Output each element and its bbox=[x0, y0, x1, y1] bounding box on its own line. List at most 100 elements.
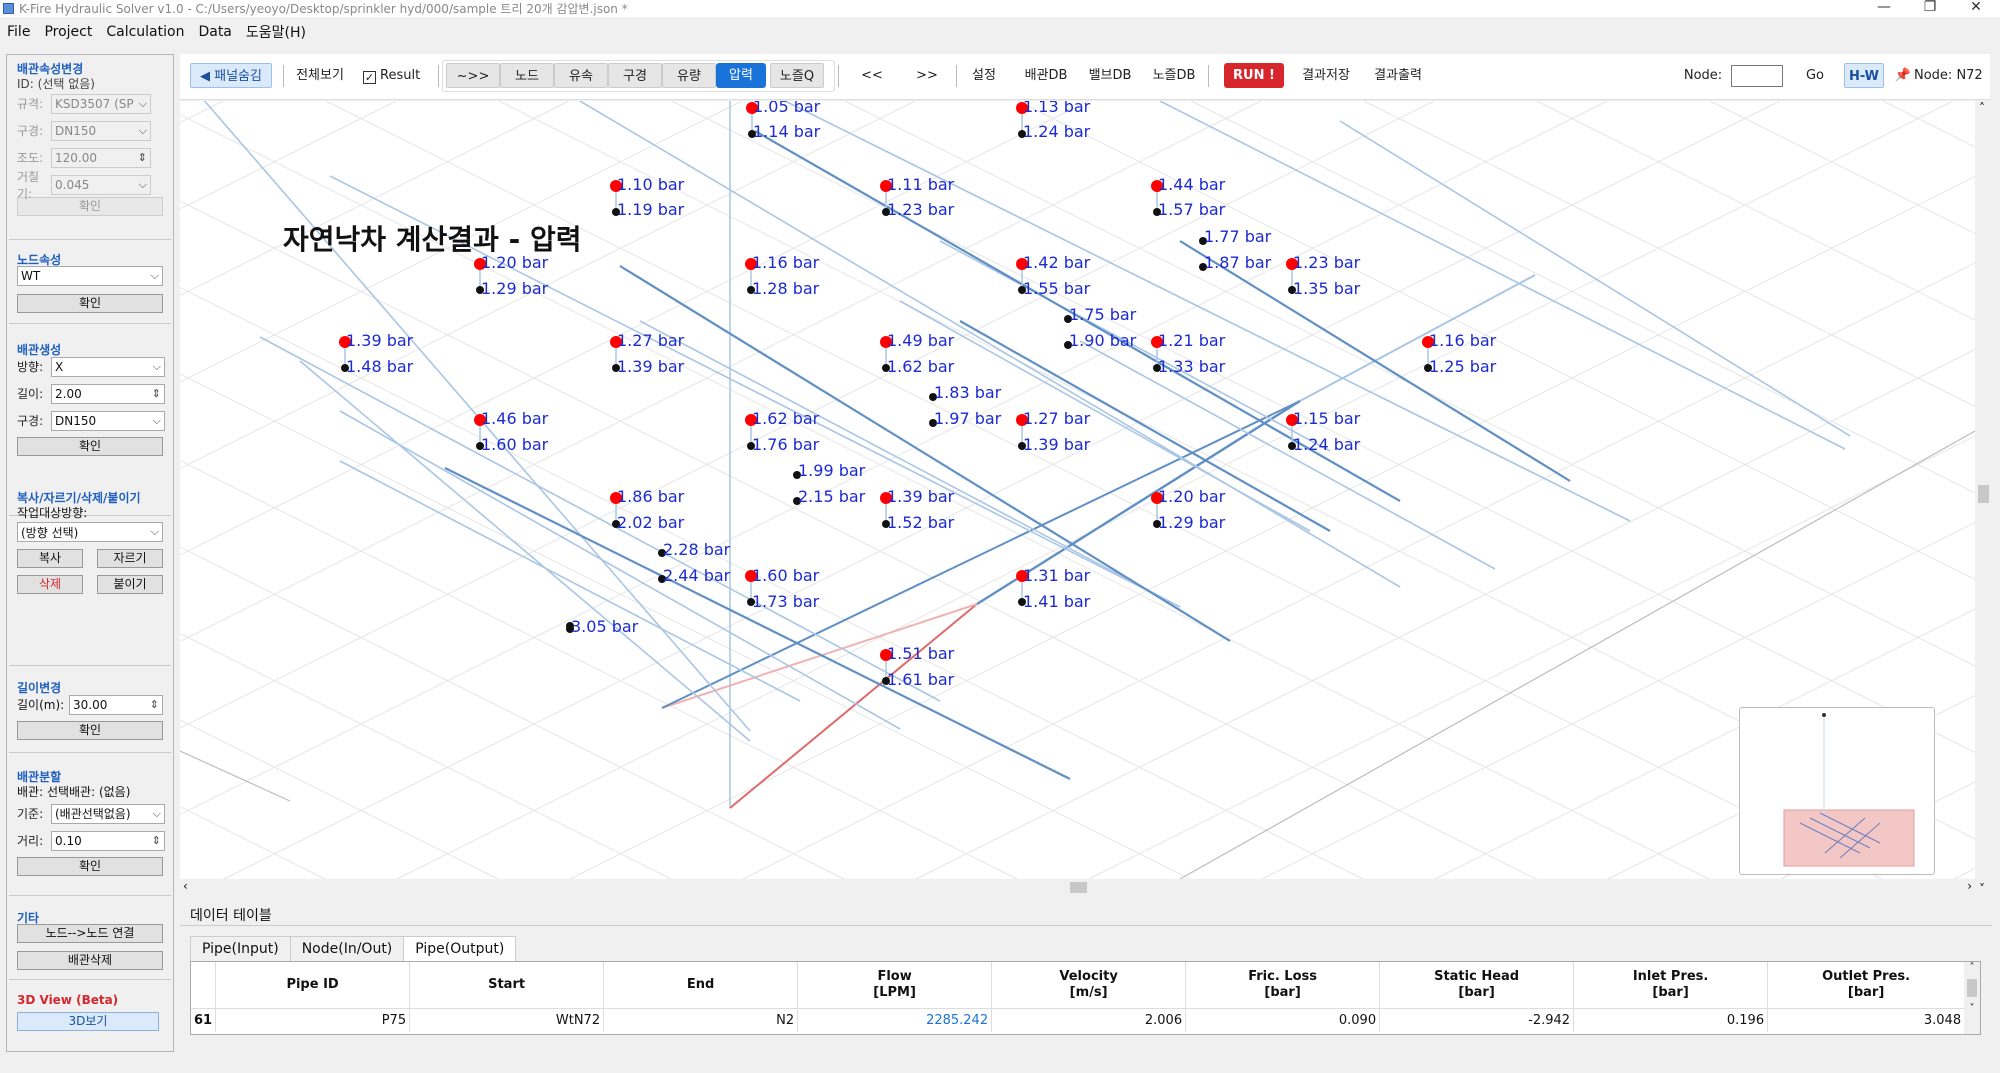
tab-pipe-output[interactable]: Pipe(Output) bbox=[403, 936, 517, 961]
column-header[interactable]: Velocity [m/s] bbox=[991, 962, 1187, 1009]
menu-project[interactable]: Project bbox=[37, 24, 99, 40]
tab-node-inout[interactable]: Node(In/Out) bbox=[289, 936, 405, 961]
hw-button[interactable]: H-W bbox=[1844, 63, 1884, 88]
tab-pipe-input[interactable]: Pipe(Input) bbox=[190, 936, 291, 961]
menu-calculation[interactable]: Calculation bbox=[99, 24, 191, 40]
vertical-scrollbar[interactable]: ˄ ˅ bbox=[1975, 101, 1992, 896]
connect-nodes-button[interactable]: 노드-->노드 연결 bbox=[17, 924, 163, 943]
column-header[interactable]: End bbox=[603, 962, 799, 1009]
split-base-select[interactable]: (배관선택없음) bbox=[51, 803, 165, 824]
mode-pressure-button[interactable]: 압력 bbox=[716, 63, 766, 88]
branch-pipe[interactable] bbox=[1339, 120, 1851, 437]
settings-button[interactable]: 설정 bbox=[964, 63, 1004, 88]
branch-pipe[interactable] bbox=[444, 467, 1071, 780]
menu-file[interactable]: File bbox=[0, 24, 37, 40]
column-header[interactable]: Flow [LPM] bbox=[797, 962, 993, 1009]
minimap[interactable] bbox=[1739, 707, 1935, 875]
table-cell[interactable]: 3.048 bbox=[1767, 1008, 1966, 1032]
split-dist-input[interactable]: 0.10 bbox=[51, 830, 165, 851]
table-cell[interactable]: WtN72 bbox=[409, 1008, 605, 1032]
scroll-down-icon[interactable]: ˅ bbox=[1979, 882, 1985, 896]
node-attr-ok-button[interactable]: 확인 bbox=[17, 294, 163, 313]
next-button[interactable]: >> bbox=[907, 63, 947, 88]
mode-nozzleq-button[interactable]: 노즐Q bbox=[770, 63, 824, 88]
table-scroll-up-icon[interactable]: ˄ bbox=[1964, 962, 1980, 973]
view-all-button[interactable]: 전체보기 bbox=[293, 63, 347, 88]
column-header[interactable]: Static Head [bar] bbox=[1379, 962, 1575, 1009]
table-row[interactable]: 61 P75 WtN72 N2 2285.242 2.006 0.090 -2.942 0.19… bbox=[191, 1008, 1966, 1032]
scroll-left-icon[interactable]: ‹ bbox=[183, 879, 188, 893]
copy-target-select[interactable]: (방향 선택) bbox=[17, 522, 163, 542]
mode-node-button[interactable]: 노드 bbox=[500, 63, 554, 88]
divider bbox=[9, 323, 171, 324]
valve-db-button[interactable]: 밸브DB bbox=[1084, 63, 1136, 88]
scroll-up-icon[interactable]: ˄ bbox=[1979, 101, 1985, 115]
go-button[interactable]: Go bbox=[1800, 63, 1830, 88]
table-cell[interactable]: N2 bbox=[603, 1008, 799, 1032]
node-type-select[interactable]: WT bbox=[17, 266, 163, 286]
result-checkbox[interactable]: ✓ Result bbox=[363, 63, 433, 88]
table-cell[interactable]: P75 bbox=[215, 1008, 411, 1032]
menu-data[interactable]: Data bbox=[191, 24, 238, 40]
table-cell[interactable]: -2.942 bbox=[1379, 1008, 1575, 1032]
delete-button[interactable]: 삭제 bbox=[17, 575, 83, 594]
copy-button[interactable]: 복사 bbox=[17, 549, 83, 568]
export-result-button[interactable]: 결과출력 bbox=[1366, 63, 1430, 88]
mode-arrow-button[interactable]: ~>> bbox=[446, 63, 500, 88]
cut-button[interactable]: 자르기 bbox=[97, 549, 163, 568]
rough-select[interactable]: 0.045 bbox=[51, 174, 151, 195]
horizontal-scrollbar[interactable]: ‹ › bbox=[180, 879, 1975, 896]
branch-pipe[interactable] bbox=[339, 460, 801, 702]
table-scroll-down-icon[interactable]: ˅ bbox=[1964, 1003, 1980, 1014]
std-select[interactable]: KSD3507 (SP bbox=[51, 93, 151, 114]
minimize-icon[interactable]: — bbox=[1864, 0, 1904, 17]
column-header[interactable]: Fric. Loss [bar] bbox=[1185, 962, 1381, 1009]
view3d-button[interactable]: 3D보기 bbox=[17, 1012, 159, 1031]
split-ok-button[interactable]: 확인 bbox=[17, 857, 163, 876]
mode-velocity-button[interactable]: 유속 bbox=[554, 63, 608, 88]
table-scrollbar[interactable]: ˄ ˅ bbox=[1964, 962, 1980, 1034]
dir-select[interactable]: X bbox=[51, 356, 165, 377]
paste-button[interactable]: 붙이기 bbox=[97, 575, 163, 594]
mode-flow-button[interactable]: 유량 bbox=[662, 63, 716, 88]
hscroll-thumb[interactable] bbox=[1070, 882, 1087, 893]
hide-panel-button[interactable]: ◀ 패널숨김 bbox=[190, 63, 272, 88]
dia-select[interactable]: DN150 bbox=[51, 120, 151, 141]
table-cell[interactable]: 2285.242 bbox=[797, 1008, 993, 1032]
pipe-db-button[interactable]: 배관DB bbox=[1020, 63, 1072, 88]
column-header[interactable]: Pipe ID bbox=[215, 962, 411, 1009]
branch-pipe[interactable] bbox=[1179, 240, 1571, 482]
scroll-right-icon[interactable]: › bbox=[1967, 879, 1972, 893]
mode-diameter-button[interactable]: 구경 bbox=[608, 63, 662, 88]
column-header[interactable]: Inlet Pres. [bar] bbox=[1573, 962, 1769, 1009]
restore-icon[interactable]: ❐ bbox=[1910, 0, 1950, 17]
run-button[interactable]: RUN ! bbox=[1224, 63, 1284, 88]
divider bbox=[956, 65, 957, 87]
main-pipe-hot[interactable] bbox=[729, 603, 978, 809]
close-icon[interactable]: ✕ bbox=[1956, 0, 1996, 17]
column-header[interactable]: Start bbox=[409, 962, 605, 1009]
pipe-create-ok-button[interactable]: 확인 bbox=[17, 437, 163, 456]
table-cell[interactable]: 0.196 bbox=[1573, 1008, 1769, 1032]
branch-pipe[interactable] bbox=[259, 336, 941, 702]
len-input[interactable]: 2.00 bbox=[51, 383, 165, 404]
grid-line bbox=[180, 101, 223, 879]
table-cell[interactable]: 2.006 bbox=[991, 1008, 1187, 1032]
length-input[interactable]: 30.00 bbox=[69, 694, 163, 715]
branch-pipe[interactable] bbox=[180, 101, 751, 732]
vscroll-thumb[interactable] bbox=[1978, 485, 1989, 503]
column-header[interactable]: Outlet Pres. [bar] bbox=[1767, 962, 1966, 1009]
table-scroll-thumb[interactable] bbox=[1967, 979, 1977, 997]
prev-button[interactable]: << bbox=[852, 63, 892, 88]
pressure-label: 1.57 bar bbox=[1158, 200, 1226, 219]
table-cell[interactable]: 0.090 bbox=[1185, 1008, 1381, 1032]
pressure-label: 1.42 bar bbox=[1023, 253, 1091, 272]
network-view[interactable]: 자연낙차 계산결과 - 압력 1.05 bar 1.14 bar 1.13 bar 1… bbox=[180, 101, 1975, 879]
save-result-button[interactable]: 결과저장 bbox=[1294, 63, 1358, 88]
node-search-input[interactable] bbox=[1731, 65, 1783, 87]
c-input[interactable]: 120.00 bbox=[51, 147, 151, 168]
create-dia-select[interactable]: DN150 bbox=[51, 410, 165, 431]
nozzle-db-button[interactable]: 노즐DB bbox=[1148, 63, 1200, 88]
length-ok-button[interactable]: 확인 bbox=[17, 721, 163, 740]
menu-help[interactable]: 도움말(H) bbox=[239, 22, 313, 42]
